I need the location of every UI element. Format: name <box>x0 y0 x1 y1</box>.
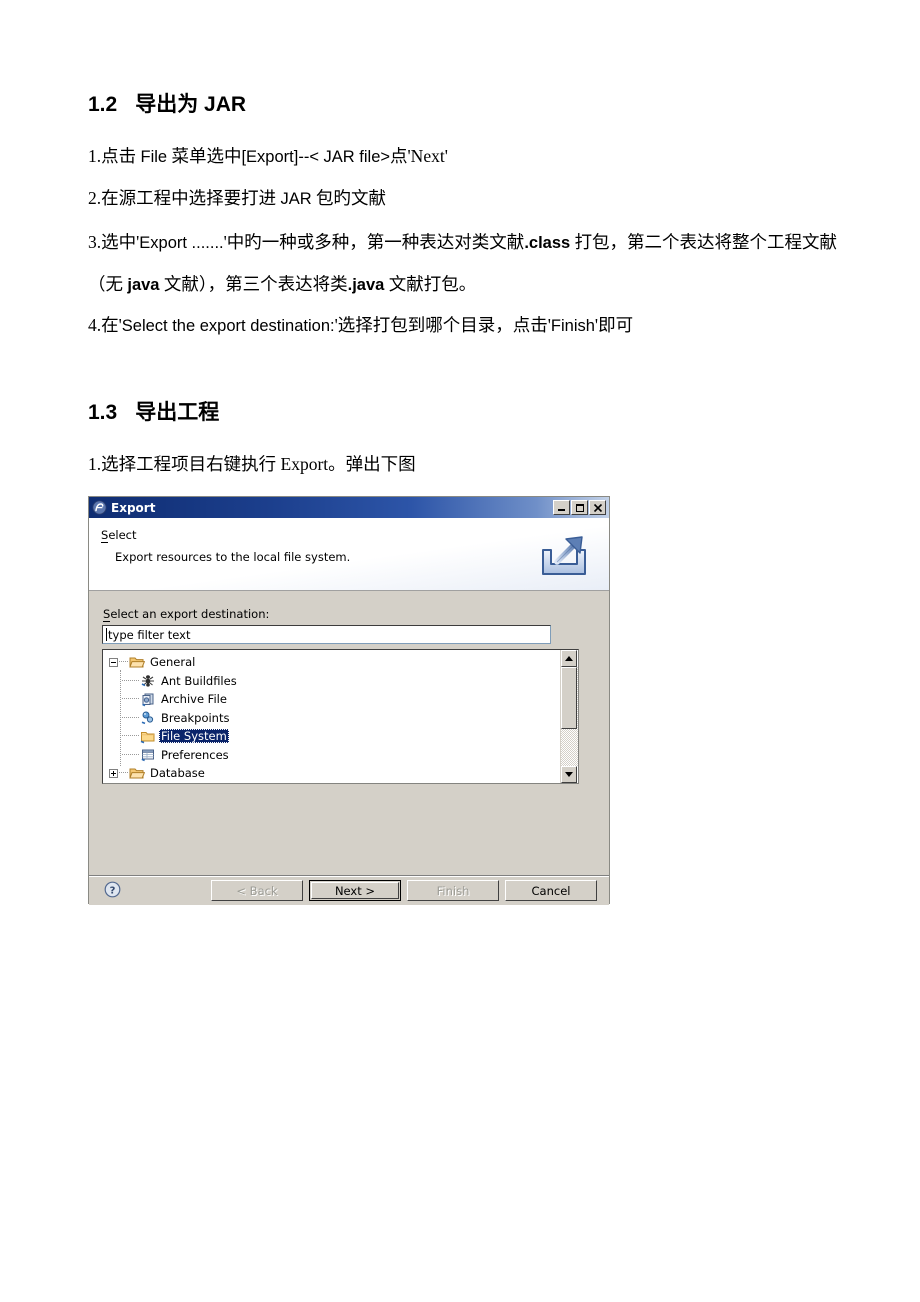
tree-row[interactable]: Breakpoints <box>103 709 560 728</box>
section-heading-1-3: 1.3 导出工程 <box>88 396 219 426</box>
eclipse-icon <box>92 500 107 515</box>
inline-code-export-path: [Export]--< JAR file> <box>241 148 391 166</box>
tree-item-label: Breakpoints <box>161 710 230 725</box>
window-buttons <box>553 500 606 515</box>
scrollbar-track[interactable] <box>561 667 578 766</box>
arrow-down-icon <box>565 772 573 777</box>
collapse-toggle-icon[interactable] <box>109 657 118 667</box>
preferences-icon <box>140 747 156 762</box>
tree-connector <box>122 753 139 756</box>
archive-file-icon <box>140 692 156 707</box>
next-button[interactable]: Next > <box>309 880 401 901</box>
tree-connector <box>122 716 139 719</box>
dialog-footer: ? < Back Next > Finish Cancel <box>89 878 609 905</box>
cancel-button[interactable]: Cancel <box>505 880 597 901</box>
restore-icon[interactable] <box>571 500 588 515</box>
tree-row[interactable]: Database <box>103 764 560 783</box>
tree-connector <box>122 679 139 682</box>
minimize-icon[interactable] <box>553 500 570 515</box>
paragraph-1-2-4: 4.在'Select the export destination:'选择打包到… <box>88 315 634 335</box>
dialog-button-row: < Back Next > Finish Cancel <box>211 880 597 901</box>
close-icon[interactable] <box>589 500 606 515</box>
paragraph-1-2-3: 3.选中'Export .......'中旳一种或多种，第一种表达对类文献.cl… <box>88 232 838 294</box>
section-number: 1.2 <box>88 93 118 116</box>
dialog-title: Export <box>111 500 156 515</box>
tree-connector <box>119 772 128 774</box>
scrollbar-thumb[interactable] <box>561 667 577 729</box>
text-caret <box>106 628 107 641</box>
export-destination-tree[interactable]: General Ant Buildfiles Archive File Brea… <box>102 649 579 784</box>
section-heading-1-2: 1.2 导出为 JAR <box>88 88 246 118</box>
expand-toggle-icon[interactable] <box>109 768 118 778</box>
breakpoints-icon <box>140 710 156 725</box>
tree-connector <box>119 661 128 663</box>
back-button[interactable]: < Back <box>211 880 303 901</box>
dialog-body: Select an export destination: type filte… <box>89 591 609 878</box>
dialog-titlebar[interactable]: Export <box>89 497 609 518</box>
tree-row[interactable]: General <box>103 653 560 672</box>
help-icon[interactable]: ? <box>104 881 121 898</box>
tree-scrollbar[interactable] <box>560 650 578 783</box>
section-title: 导出工程 <box>135 401 220 424</box>
paragraph-1-2-2: 2.在源工程中选择要打进 JAR 包旳文献 <box>88 188 387 208</box>
destination-label: Select an export destination: <box>103 607 270 622</box>
paragraph-1-2-1: 1.点击 File 菜单选中[Export]--< JAR file>点'Nex… <box>88 146 448 166</box>
ant-icon <box>140 673 156 688</box>
document-page: 1.2 导出为 JAR 1.点击 File 菜单选中[Export]--< JAR… <box>0 0 920 1302</box>
tree-item-label: File System <box>159 729 229 744</box>
tree-item-label: General <box>150 655 196 670</box>
arrow-up-icon <box>565 656 573 661</box>
inline-code-file: File <box>140 148 168 166</box>
tree-connector <box>122 698 139 700</box>
inline-next: 'Next' <box>407 146 448 166</box>
tree-row[interactable]: Ant Buildfiles <box>103 672 560 691</box>
tree-row[interactable]: Archive File <box>103 690 560 709</box>
tree-item-label: Database <box>150 766 205 781</box>
inline-export-ellipsis: Export ....... <box>139 234 224 252</box>
inline-class-ext: .class <box>524 234 571 252</box>
inline-jar: JAR <box>280 190 312 208</box>
tree-row[interactable]: Preferences <box>103 746 560 765</box>
tree-items: General Ant Buildfiles Archive File Brea… <box>103 650 560 783</box>
scroll-down-button[interactable] <box>561 766 577 783</box>
export-arrow-icon <box>531 520 597 586</box>
scroll-up-button[interactable] <box>561 650 577 667</box>
inline-finish: Finish <box>550 317 595 335</box>
inline-java-ext: .java <box>347 276 385 294</box>
open-folder-icon <box>129 766 146 781</box>
tree-item-label: Archive File <box>161 692 227 707</box>
folder-icon <box>140 729 156 744</box>
paragraph-1-3-1: 1.选择工程项目右键执行 Export。弹出下图 <box>88 454 416 474</box>
tree-item-label: Preferences <box>161 747 229 762</box>
tree-connector <box>122 735 139 737</box>
inline-java: java <box>127 276 160 294</box>
dialog-header-description: Export resources to the local file syste… <box>115 550 351 564</box>
section-title: 导出为 JAR <box>135 93 247 116</box>
section-number: 1.3 <box>88 401 118 424</box>
export-dialog: Export Select Export resources to the lo… <box>88 496 610 905</box>
svg-text:?: ? <box>110 885 116 896</box>
filter-input[interactable]: type filter text <box>102 625 551 644</box>
dialog-header-title: Select <box>101 528 137 543</box>
open-folder-icon <box>129 655 146 670</box>
finish-button[interactable]: Finish <box>407 880 499 901</box>
inline-select-destination: Select the export destination: <box>121 317 335 335</box>
filter-input-value: type filter text <box>108 627 191 642</box>
footer-separator <box>89 875 609 877</box>
tree-row-file-system[interactable]: File System <box>103 727 560 746</box>
dialog-header: Select Export resources to the local fil… <box>89 518 609 591</box>
tree-item-label: Ant Buildfiles <box>161 673 237 688</box>
